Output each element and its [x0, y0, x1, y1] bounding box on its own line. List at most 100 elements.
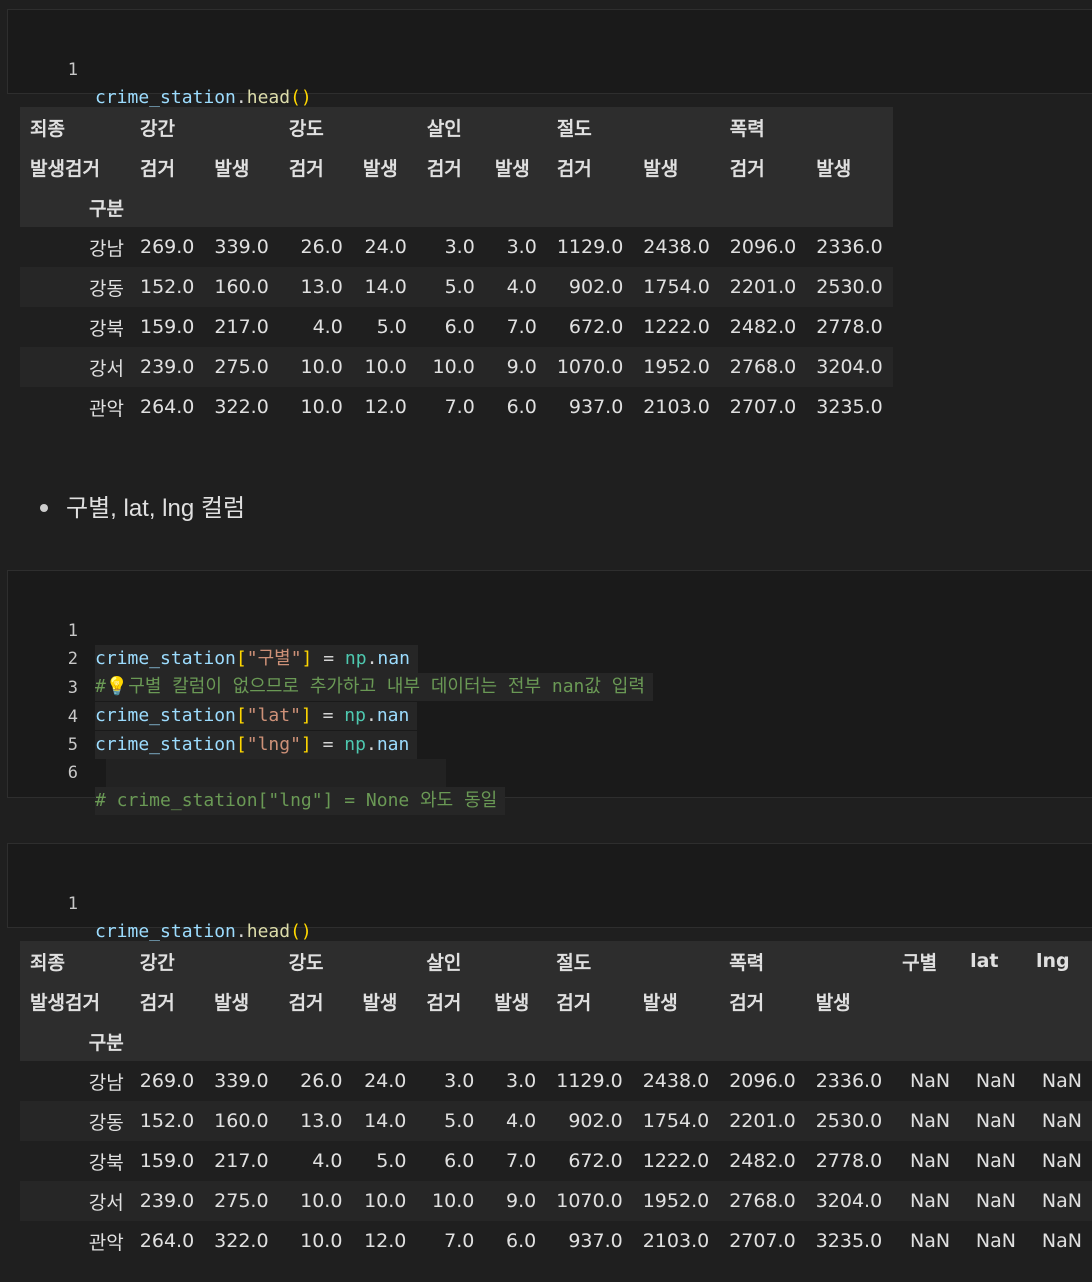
header-row-index-name: 구분: [20, 1021, 1092, 1061]
table-cell: 4.0: [312, 1150, 343, 1172]
header-cell: 발생: [816, 157, 852, 180]
code-cell-3[interactable]: 1 crime_station.head(): [7, 843, 1092, 942]
table-cell: 1222.0: [642, 1150, 710, 1172]
table-cell: 4.0: [312, 316, 343, 338]
table-cell: 3.0: [506, 1070, 537, 1092]
table-cell: 6.0: [444, 1150, 475, 1172]
header-cell: [352, 941, 416, 981]
table-cell: NaN: [975, 1110, 1016, 1132]
table-cell: 10.0: [432, 356, 475, 378]
header-cell: 검거: [729, 991, 765, 1014]
header-cell: 살인: [426, 951, 462, 974]
header-cell: [352, 1021, 416, 1061]
table-cell: 3.0: [444, 236, 475, 258]
table-cell: 159.0: [139, 1150, 195, 1172]
row-index-cell: 강서: [89, 357, 124, 380]
table-cell: 239.0: [139, 1190, 195, 1212]
code-parens: (): [290, 921, 312, 942]
table-cell: 1952.0: [642, 1190, 710, 1212]
table-cell: 2707.0: [729, 1230, 796, 1252]
table-cell: 26.0: [300, 1070, 343, 1092]
table-cell: 2096.0: [729, 236, 797, 258]
table-cell: 1129.0: [556, 1070, 623, 1092]
table-cell: NaN: [975, 1230, 1016, 1252]
table-cell: 2707.0: [729, 396, 797, 418]
table-cell: 902.0: [568, 1110, 623, 1132]
table-cell: 2530.0: [815, 1110, 883, 1132]
header-cell: [353, 187, 417, 227]
header-cell: 검거: [556, 991, 592, 1014]
header-cell: 발생: [494, 157, 530, 180]
header-cell: 발생: [214, 157, 250, 180]
table-row: 관악 264.0 322.0 10.0 12.0 7.0 6.0 937.0 2103.0 270…: [20, 1221, 1092, 1261]
row-index-cell: 강북: [89, 317, 124, 340]
header-cell: 구분: [88, 1031, 124, 1054]
code-dot: .: [235, 87, 247, 108]
table-row: 강남 269.0 339.0 26.0 24.0 3.0 3.0 1129.0 2438.0 20…: [20, 1061, 1092, 1101]
table-row: 강남 269.0 339.0 26.0 24.0 3.0 3.0 1129.0 2438.0 20…: [20, 227, 893, 267]
table-cell: 239.0: [140, 356, 195, 378]
header-cell: [719, 1021, 805, 1061]
table-cell: 264.0: [140, 396, 195, 418]
table-cell: NaN: [910, 1230, 951, 1252]
header-cell: [204, 941, 278, 981]
table-cell: 12.0: [364, 396, 407, 418]
header-cell: [633, 107, 719, 147]
row-index-cell: 강동: [88, 1111, 124, 1134]
table-cell: 217.0: [214, 316, 269, 338]
table-cell: 5.0: [444, 1110, 475, 1132]
header-cell: 구분: [89, 197, 124, 220]
table-cell: 322.0: [214, 1230, 269, 1252]
header-cell: [204, 107, 278, 147]
header-cell: 검거: [288, 157, 324, 180]
table-cell: 2103.0: [643, 396, 710, 418]
header-cell: [204, 1021, 278, 1061]
table-cell: NaN: [910, 1150, 951, 1172]
table-cell: 2778.0: [815, 1150, 883, 1172]
header-cell: [417, 187, 485, 227]
header-cell: 강도: [288, 117, 324, 140]
table-row: 강동 152.0 160.0 13.0 14.0 5.0 4.0 902.0 1754.0 220…: [20, 1101, 1092, 1141]
table-cell: 6.0: [506, 1230, 537, 1252]
table-cell: 672.0: [568, 316, 624, 338]
table-cell: 7.0: [506, 316, 537, 338]
header-cell: lat: [970, 950, 999, 972]
table-cell: 3204.0: [815, 1190, 883, 1212]
table-cell: 3.0: [506, 236, 537, 258]
table-cell: 9.0: [506, 356, 537, 378]
table-cell: 13.0: [300, 1110, 343, 1132]
table-cell: 1070.0: [556, 1190, 623, 1212]
table-cell: 2778.0: [816, 316, 883, 338]
header-cell: 살인: [426, 117, 462, 140]
table-cell: 5.0: [376, 316, 407, 338]
header-cell: [130, 187, 204, 227]
code-cell-2[interactable]: 1 crime_station["구별"] = np.nan 2 #💡구별 칼럼…: [7, 570, 1092, 815]
code-line-5-empty[interactable]: [106, 759, 446, 787]
header-cell: [806, 941, 892, 981]
table-cell: 275.0: [214, 1190, 269, 1212]
header-row-crime-type: 죄종 강간 강도 살인 절도 폭력 구별 lat lng: [20, 941, 1092, 981]
table-cell: 2336.0: [815, 1070, 883, 1092]
table-cell: 4.0: [506, 1110, 537, 1132]
table-cell: 3204.0: [816, 356, 883, 378]
header-cell: 발생: [815, 991, 851, 1014]
code-cell-1[interactable]: 1 crime_station.head(): [7, 9, 1092, 108]
row-index-cell: 강북: [88, 1151, 124, 1174]
table-cell: 2482.0: [729, 1150, 796, 1172]
table-cell: 2482.0: [729, 316, 797, 338]
table-cell: 269.0: [139, 1070, 195, 1092]
table-cell: 275.0: [214, 356, 269, 378]
header-cell: [960, 1021, 1026, 1061]
table-cell: 152.0: [140, 276, 195, 298]
code-line-6-comment[interactable]: # crime_station["lng"] = None 와도 동일: [95, 787, 506, 815]
header-cell: [204, 187, 278, 227]
table-row: 강북 159.0 217.0 4.0 5.0 6.0 7.0 672.0 1222.0 2482.…: [20, 307, 893, 347]
header-cell: [279, 187, 353, 227]
header-cell: 강간: [140, 117, 175, 140]
header-cell: [484, 941, 546, 981]
header-cell: [806, 1021, 892, 1061]
table-cell: 2336.0: [816, 236, 883, 258]
header-cell: [279, 1021, 353, 1061]
table-cell: 902.0: [568, 276, 624, 298]
header-row-occur-arrest: 발생검거 검거 발생 검거 발생 검거 발생 검거 발생 검거 발생: [20, 981, 1092, 1021]
